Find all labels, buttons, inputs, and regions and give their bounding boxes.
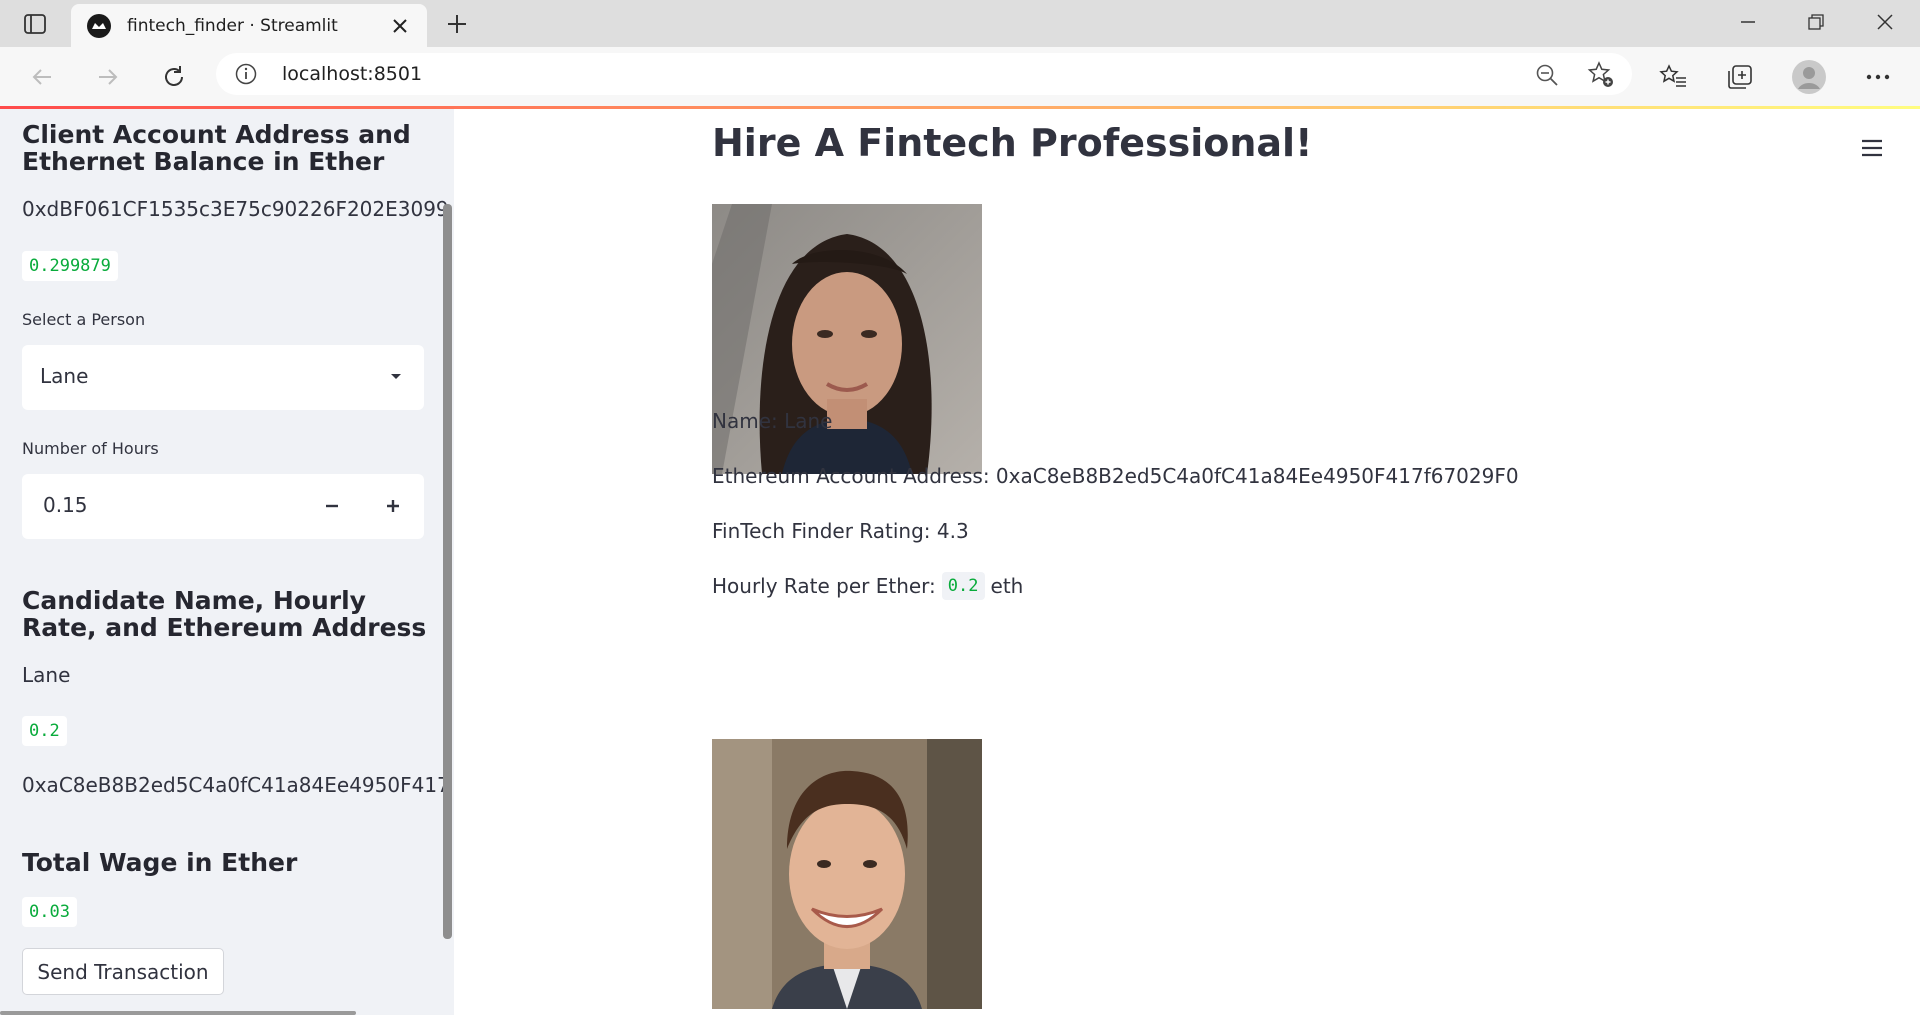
more-options-icon[interactable]	[1860, 59, 1896, 95]
number-of-hours-input[interactable]: 0.15	[22, 474, 424, 539]
sidebar-horizontal-scrollbar[interactable]	[0, 1011, 356, 1015]
number-of-hours-label: Number of Hours	[22, 439, 159, 458]
select-person-value: Lane	[40, 364, 89, 388]
rate-suffix: eth	[990, 574, 1024, 598]
browser-tab-active[interactable]: fintech_finder · Streamlit	[71, 4, 427, 47]
client-account-address: 0xdBF061CF1535c3E75c90226F202E3099	[22, 197, 449, 221]
address-url: localhost:8501	[282, 63, 423, 85]
close-window-icon[interactable]	[1855, 0, 1915, 44]
send-transaction-button[interactable]: Send Transaction	[22, 948, 224, 995]
account-heading: Client Account Address and Ethernet Bala…	[22, 120, 411, 176]
tab-close-icon[interactable]	[385, 11, 415, 41]
reload-icon[interactable]	[157, 60, 191, 94]
candidate-name: Lane	[22, 663, 71, 687]
candidate-photo-lane	[712, 204, 982, 474]
tab-actions-icon[interactable]	[18, 10, 52, 38]
site-info-icon[interactable]	[234, 62, 258, 86]
profile-avatar-icon[interactable]	[1791, 59, 1827, 95]
favorites-icon[interactable]	[1655, 59, 1691, 95]
address-bar[interactable]: localhost:8501	[216, 53, 1632, 95]
browser-tab-strip: fintech_finder · Streamlit	[0, 0, 1920, 47]
forward-arrow-icon[interactable]	[91, 60, 125, 94]
back-arrow-icon[interactable]	[25, 60, 59, 94]
total-wage-value: 0.03	[22, 897, 77, 927]
candidate-photo-2	[712, 739, 982, 1009]
tab-title: fintech_finder · Streamlit	[127, 15, 338, 36]
candidate-rating-line: FinTech Finder Rating: 4.3	[712, 519, 969, 543]
collections-icon[interactable]	[1722, 59, 1758, 95]
rate-value: 0.2	[941, 572, 985, 600]
minimize-window-icon[interactable]	[1718, 0, 1778, 44]
caret-down-icon	[386, 367, 406, 387]
select-person-label: Select a Person	[22, 310, 146, 329]
rate-prefix: Hourly Rate per Ether:	[712, 574, 936, 598]
number-of-hours-value: 0.15	[43, 493, 88, 517]
hamburger-menu-icon[interactable]	[1856, 132, 1888, 164]
increment-button[interactable]	[371, 484, 415, 528]
add-favorite-star-icon[interactable]	[1587, 61, 1615, 89]
candidate-heading: Candidate Name, Hourly Rate, and Ethereu…	[22, 586, 427, 642]
candidate-name-line: Name: Lane	[712, 409, 833, 433]
streamlit-favicon-icon	[87, 13, 111, 38]
total-wage-heading: Total Wage in Ether	[22, 848, 298, 877]
sidebar: Client Account Address and Ethernet Bala…	[0, 109, 454, 1015]
candidate-rate-line: Hourly Rate per Ether: 0.2 eth	[712, 572, 1023, 600]
browser-toolbar: localhost:8501	[0, 47, 1920, 106]
select-person-dropdown[interactable]: Lane	[22, 345, 424, 410]
sidebar-scrollbar[interactable]	[443, 204, 452, 939]
candidate-address: 0xaC8eB8B2ed5C4a0fC41a84Ee4950F417	[22, 773, 450, 797]
decrement-button[interactable]	[310, 484, 354, 528]
new-tab-plus-icon[interactable]	[441, 8, 473, 40]
plus-icon	[387, 500, 399, 512]
page-title: Hire A Fintech Professional!	[712, 121, 1313, 165]
candidate-rate: 0.2	[22, 716, 67, 746]
candidate-address-line: Ethereum Account Address: 0xaC8eB8B2ed5C…	[712, 464, 1519, 488]
main-content: Hire A Fintech Professional! Name: Lane …	[454, 109, 1920, 1015]
balance-value: 0.299879	[22, 251, 118, 281]
minus-icon	[326, 504, 338, 508]
zoom-out-icon[interactable]	[1534, 62, 1560, 88]
restore-window-icon[interactable]	[1786, 0, 1846, 44]
